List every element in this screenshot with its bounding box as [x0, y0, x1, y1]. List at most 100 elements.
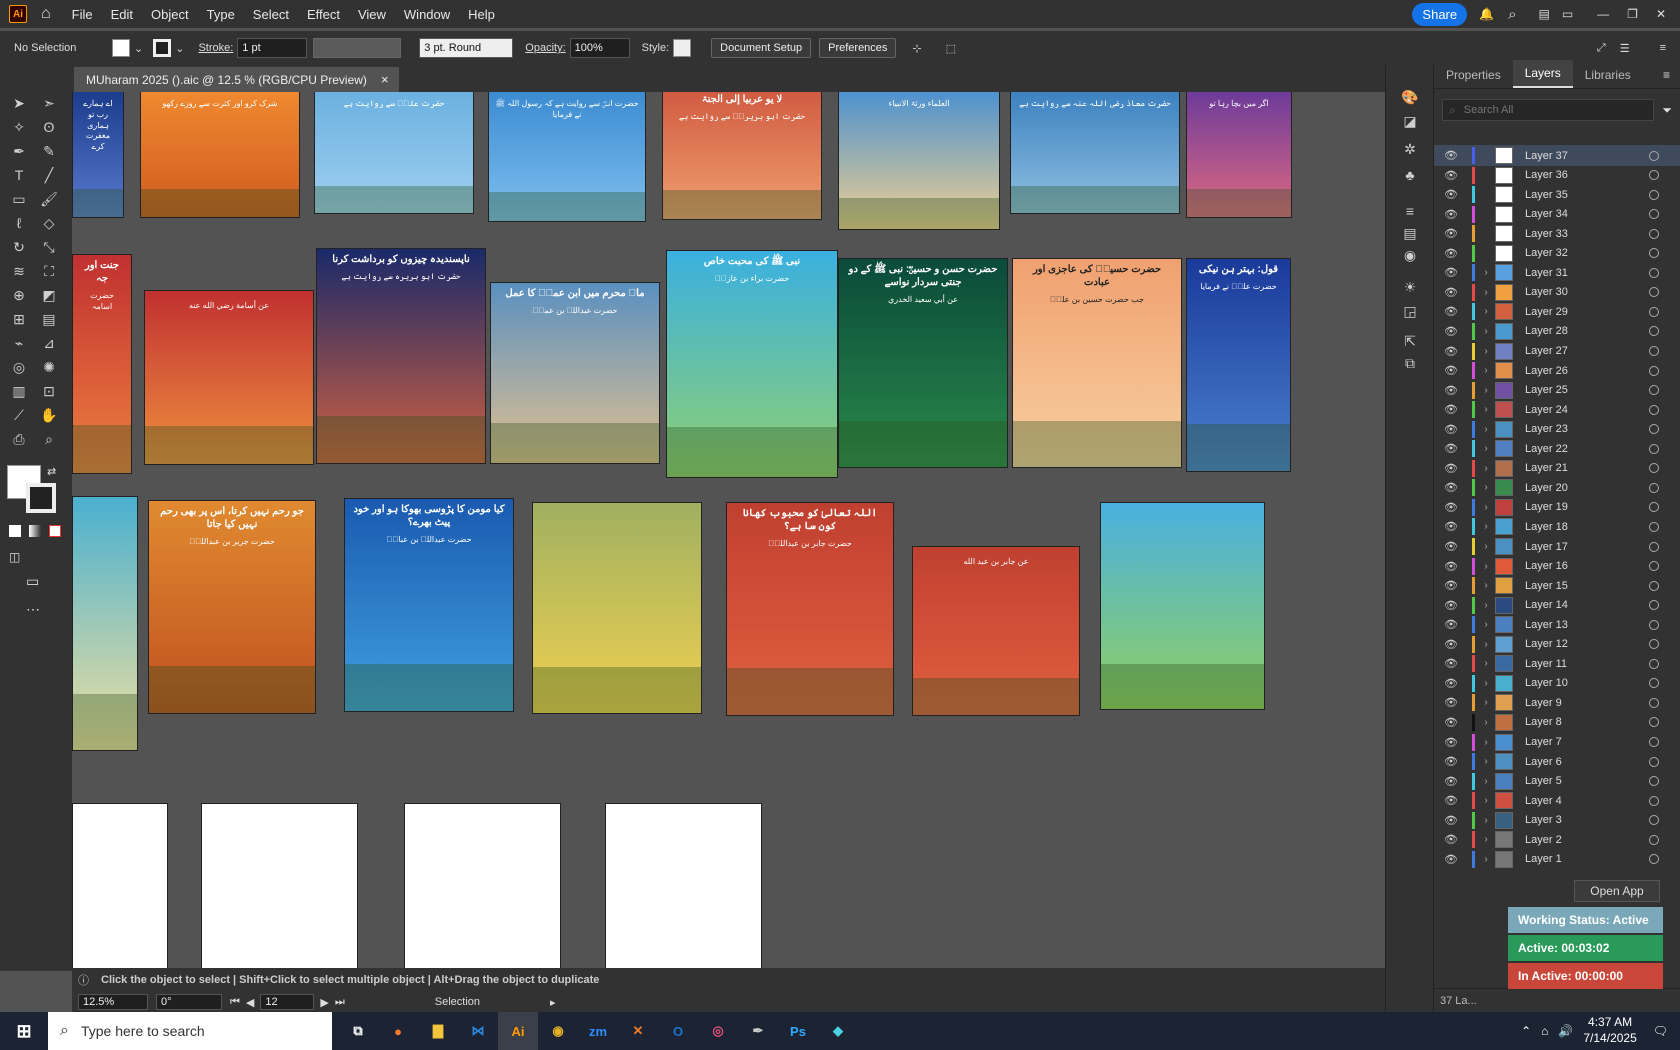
gradient-panel-icon[interactable]: ▤: [1400, 223, 1420, 243]
layer-target-icon[interactable]: [1649, 326, 1659, 337]
expand-chevron-icon[interactable]: ›: [1479, 306, 1493, 317]
swatches-panel-icon[interactable]: ◪: [1400, 111, 1420, 131]
measure-tool-icon[interactable]: ⊿: [39, 333, 59, 353]
more-tools-icon[interactable]: ⋯: [26, 601, 40, 618]
layer-target-icon[interactable]: [1649, 795, 1659, 806]
fill-swatch[interactable]: [112, 39, 130, 57]
artboard-poster[interactable]: العلماء ورثۃ الانبیاء: [838, 92, 1000, 230]
layer-row[interactable]: 👁 › Layer 25: [1434, 380, 1680, 401]
artboard-poster[interactable]: قول: بہتر ہن نیکی حضرت علیؓ نے فرمایا: [1186, 258, 1291, 472]
layer-name[interactable]: Layer 36: [1525, 169, 1649, 181]
visibility-eye-icon[interactable]: 👁: [1444, 403, 1458, 416]
task-view-icon[interactable]: ⧉: [338, 1012, 378, 1050]
stroke-color-box[interactable]: [26, 483, 56, 513]
artboard-poster[interactable]: [72, 496, 138, 751]
zoom-select[interactable]: 12.5%: [78, 994, 148, 1010]
layer-name[interactable]: Layer 15: [1525, 580, 1649, 592]
visibility-eye-icon[interactable]: 👁: [1444, 579, 1458, 592]
expand-chevron-icon[interactable]: ›: [1479, 385, 1493, 396]
expand-chevron-icon[interactable]: ›: [1479, 658, 1493, 669]
last-artboard-icon[interactable]: ⏭: [335, 996, 345, 1009]
layer-row[interactable]: 👁 › Layer 20: [1434, 477, 1680, 498]
layer-target-icon[interactable]: [1649, 248, 1659, 259]
line-tool-icon[interactable]: ╱: [39, 165, 59, 185]
expand-chevron-icon[interactable]: ›: [1479, 521, 1493, 532]
layer-target-icon[interactable]: [1649, 815, 1659, 826]
recolor-icon[interactable]: ⬚: [946, 42, 956, 55]
expand-chevron-icon[interactable]: ›: [1479, 561, 1493, 572]
visibility-eye-icon[interactable]: 👁: [1444, 716, 1458, 729]
layer-target-icon[interactable]: [1649, 365, 1659, 376]
scale-tool-icon[interactable]: ⤡: [39, 237, 59, 257]
chrome-icon[interactable]: ◉: [538, 1012, 578, 1050]
layer-name[interactable]: Layer 31: [1525, 267, 1649, 279]
rotate-tool-icon[interactable]: ↻: [9, 237, 29, 257]
layer-row[interactable]: 👁 Layer 36: [1434, 165, 1680, 186]
visibility-eye-icon[interactable]: 👁: [1444, 227, 1458, 240]
layer-target-icon[interactable]: [1649, 776, 1659, 787]
tab-layers[interactable]: Layers: [1512, 60, 1573, 88]
visibility-eye-icon[interactable]: 👁: [1444, 599, 1458, 612]
layer-target-icon[interactable]: [1649, 502, 1659, 513]
layer-row[interactable]: 👁 › Layer 26: [1434, 360, 1680, 381]
free-transform-tool-icon[interactable]: ⛶: [39, 261, 59, 281]
artboard-poster[interactable]: جو رحم نہیں کرتا، اس پر بھی رحم نہیں کیا…: [148, 500, 316, 714]
zoom-icon[interactable]: zm: [578, 1012, 618, 1050]
layer-row[interactable]: 👁 › Layer 9: [1434, 692, 1680, 713]
blank-artboard[interactable]: [72, 803, 168, 968]
document-tab[interactable]: MUharam 2025 ().aic @ 12.5 % (RGB/CPU Pr…: [74, 67, 399, 92]
menu-file[interactable]: File: [63, 7, 102, 22]
expand-chevron-icon[interactable]: ›: [1479, 834, 1493, 845]
tray-chevron-icon[interactable]: ⌃: [1521, 1024, 1531, 1038]
menu-select[interactable]: Select: [244, 7, 298, 22]
stroke-panel-icon[interactable]: ≡: [1400, 201, 1420, 221]
artboard-poster[interactable]: حضرت معاذ رضی اللہ عنہ سے روایت ہے: [1010, 92, 1180, 214]
expand-chevron-icon[interactable]: ›: [1479, 267, 1493, 278]
layer-name[interactable]: Layer 35: [1525, 189, 1649, 201]
layer-row[interactable]: 👁 › Layer 7: [1434, 732, 1680, 753]
align-icon[interactable]: ⊹: [912, 42, 921, 55]
draw-mode-icon[interactable]: ◫: [9, 550, 20, 564]
firefox-icon[interactable]: ●: [378, 1012, 418, 1050]
graphic-styles-panel-icon[interactable]: ◲: [1400, 301, 1420, 321]
menu-icon[interactable]: ≡: [1660, 42, 1666, 54]
visibility-eye-icon[interactable]: 👁: [1444, 384, 1458, 397]
visibility-eye-icon[interactable]: 👁: [1444, 442, 1458, 455]
prev-artboard-icon[interactable]: ◀: [246, 996, 254, 1009]
chevron-down-icon[interactable]: ⌄: [134, 42, 143, 55]
layer-row[interactable]: 👁 › Layer 19: [1434, 497, 1680, 518]
layer-row[interactable]: 👁 › Layer 10: [1434, 673, 1680, 694]
blend-tool-icon[interactable]: ◎: [9, 357, 29, 377]
magic-wand-tool-icon[interactable]: ✧: [9, 117, 29, 137]
notification-icon[interactable]: 🗨: [1653, 1024, 1668, 1038]
layer-target-icon[interactable]: [1649, 756, 1659, 767]
expand-chevron-icon[interactable]: ›: [1479, 580, 1493, 591]
variable-width-profile[interactable]: [313, 38, 402, 58]
artboard-poster[interactable]: اے ہمارے رب تو ہماری مغفرت کرے: [72, 92, 124, 218]
chevron-down-icon[interactable]: ⌄: [175, 42, 184, 55]
layer-row[interactable]: 👁 Layer 35: [1434, 184, 1680, 205]
layer-name[interactable]: Layer 4: [1525, 795, 1649, 807]
zoom-tool-icon[interactable]: ⌕: [39, 429, 59, 449]
layer-target-icon[interactable]: [1649, 346, 1659, 356]
pen-app-icon[interactable]: ✒: [738, 1012, 778, 1050]
first-artboard-icon[interactable]: ⏮: [230, 996, 240, 1009]
layer-name[interactable]: Layer 16: [1525, 560, 1649, 572]
creative-cloud-icon[interactable]: ◎: [698, 1012, 738, 1050]
type-tool-icon[interactable]: T: [9, 165, 29, 185]
none-mode-icon[interactable]: [49, 525, 61, 537]
menu-type[interactable]: Type: [198, 7, 244, 22]
status-menu-icon[interactable]: ▸: [550, 996, 556, 1009]
layer-target-icon[interactable]: [1649, 150, 1659, 161]
artboards-panel-icon[interactable]: ⧉: [1400, 353, 1420, 373]
layer-target-icon[interactable]: [1649, 619, 1659, 630]
layer-name[interactable]: Layer 1: [1525, 853, 1649, 865]
menu-edit[interactable]: Edit: [102, 7, 142, 22]
artboard-poster[interactable]: نبی ﷺ کی محبت خاص حضرت براء بن عازبؓ: [666, 250, 838, 478]
visibility-eye-icon[interactable]: 👁: [1444, 775, 1458, 788]
expand-chevron-icon[interactable]: ›: [1479, 756, 1493, 767]
print-tiling-tool-icon[interactable]: ⎙: [9, 429, 29, 449]
layer-name[interactable]: Layer 27: [1525, 345, 1649, 357]
blank-artboard[interactable]: [201, 803, 358, 968]
expand-chevron-icon[interactable]: ›: [1479, 502, 1493, 513]
